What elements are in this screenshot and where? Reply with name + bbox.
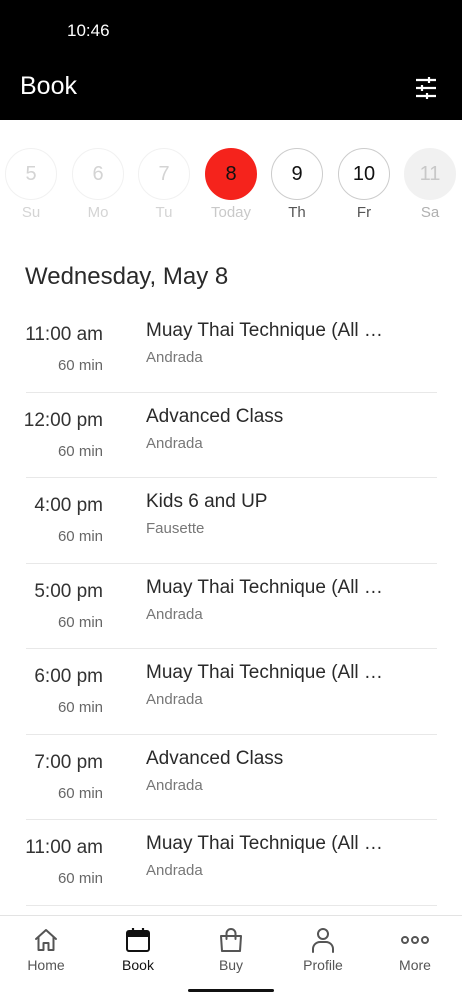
page-title: Book	[20, 72, 77, 100]
class-duration: 60 min	[57, 613, 103, 631]
class-duration: 60 min	[57, 357, 103, 374]
class-instructor: Andrada	[146, 434, 203, 452]
class-name: Muay Thai Technique (All Levels)	[146, 833, 391, 854]
more-dots-icon	[400, 925, 430, 955]
day-friday[interactable]: 10 Fr	[338, 148, 392, 238]
nav-label: More	[399, 957, 431, 973]
class-duration: 60 min	[57, 784, 103, 802]
nav-label: Home	[27, 957, 65, 973]
nav-label: Profile	[303, 957, 343, 973]
home-indicator	[188, 989, 274, 992]
week-strip: 5 Su 6 Mo 7 Tu 8 Today 9 Th 10 Fr 11 Sa	[0, 120, 462, 230]
day-label: Sa	[420, 204, 440, 221]
class-duration: 60 min	[57, 528, 103, 545]
date-heading: Wednesday, May 8	[25, 263, 229, 290]
day-thursday[interactable]: 9 Th	[271, 148, 325, 238]
nav-buy[interactable]: Buy	[185, 916, 277, 986]
nav-label: Buy	[218, 957, 244, 973]
class-instructor: Fausette	[146, 520, 205, 537]
class-row[interactable]: 11:00 am 60 min Muay Thai Technique (All…	[0, 820, 462, 906]
day-label: Th	[288, 204, 306, 221]
class-name: Muay Thai Technique (All Levels)	[146, 320, 391, 341]
class-list: 11:00 am 60 min Muay Thai Technique (All…	[0, 307, 462, 906]
class-duration: 60 min	[57, 870, 103, 887]
class-time: 5:00 pm	[34, 580, 103, 602]
class-row[interactable]: 11:00 am 60 min Muay Thai Technique (All…	[0, 307, 462, 393]
status-bar: 10:46	[0, 0, 462, 62]
class-row[interactable]: 12:00 pm 60 min Advanced Class Andrada	[0, 393, 462, 479]
sliders-icon	[416, 77, 436, 99]
day-label: Mo	[87, 204, 109, 221]
app-header: Book	[0, 62, 462, 120]
class-row[interactable]: 5:00 pm 60 min Muay Thai Technique (All …	[0, 564, 462, 650]
day-number: 7	[138, 148, 190, 200]
day-number: 11	[404, 148, 456, 200]
calendar-icon	[123, 925, 153, 955]
class-time: 11:00 am	[25, 324, 103, 345]
class-time: 12:00 pm	[23, 409, 103, 431]
class-name: Advanced Class	[146, 405, 284, 427]
class-row[interactable]: 4:00 pm 60 min Kids 6 and UP Fausette	[0, 478, 462, 564]
class-name: Kids 6 and UP	[146, 491, 268, 512]
class-row[interactable]: 7:00 pm 60 min Advanced Class Andrada	[0, 735, 462, 821]
home-icon	[31, 925, 61, 955]
class-time: 11:00 am	[25, 837, 103, 858]
class-name: Muay Thai Technique (All Levels)	[146, 662, 391, 683]
class-instructor: Andrada	[146, 605, 203, 623]
class-time: 6:00 pm	[34, 666, 103, 687]
day-sunday[interactable]: 5 Su	[5, 148, 59, 238]
day-today[interactable]: 8 Today	[205, 148, 259, 238]
day-label: Su	[21, 204, 41, 221]
class-instructor: Andrada	[146, 862, 203, 879]
class-time: 7:00 pm	[34, 751, 103, 773]
class-name: Muay Thai Technique (All Levels)	[146, 576, 391, 598]
class-duration: 60 min	[57, 699, 103, 716]
status-time: 10:46	[67, 21, 110, 40]
day-tuesday[interactable]: 7 Tu	[138, 148, 192, 238]
day-label: Tu	[155, 204, 173, 221]
day-label: Today	[210, 204, 252, 221]
shopping-bag-icon	[216, 925, 246, 955]
class-instructor: Andrada	[146, 691, 203, 708]
class-name: Advanced Class	[146, 747, 284, 769]
class-duration: 60 min	[57, 442, 103, 460]
filter-button[interactable]	[410, 72, 442, 104]
class-time: 4:00 pm	[34, 495, 103, 516]
nav-more[interactable]: More	[369, 916, 461, 986]
class-row[interactable]: 6:00 pm 60 min Muay Thai Technique (All …	[0, 649, 462, 735]
day-monday[interactable]: 6 Mo	[72, 148, 126, 238]
nav-book[interactable]: Book	[92, 916, 184, 986]
bottom-nav: Home Book Buy Profile More	[0, 915, 462, 1000]
day-number: 6	[72, 148, 124, 200]
day-number: 9	[271, 148, 323, 200]
class-instructor: Andrada	[146, 349, 203, 366]
day-number: 10	[338, 148, 390, 200]
day-saturday[interactable]: 11 Sa	[404, 148, 458, 238]
day-number: 5	[5, 148, 57, 200]
day-number: 8	[205, 148, 257, 200]
nav-home[interactable]: Home	[0, 916, 92, 986]
nav-profile[interactable]: Profile	[277, 916, 369, 986]
person-icon	[308, 925, 338, 955]
nav-label: Book	[122, 957, 154, 973]
day-label: Fr	[356, 204, 372, 221]
class-instructor: Andrada	[146, 776, 203, 794]
